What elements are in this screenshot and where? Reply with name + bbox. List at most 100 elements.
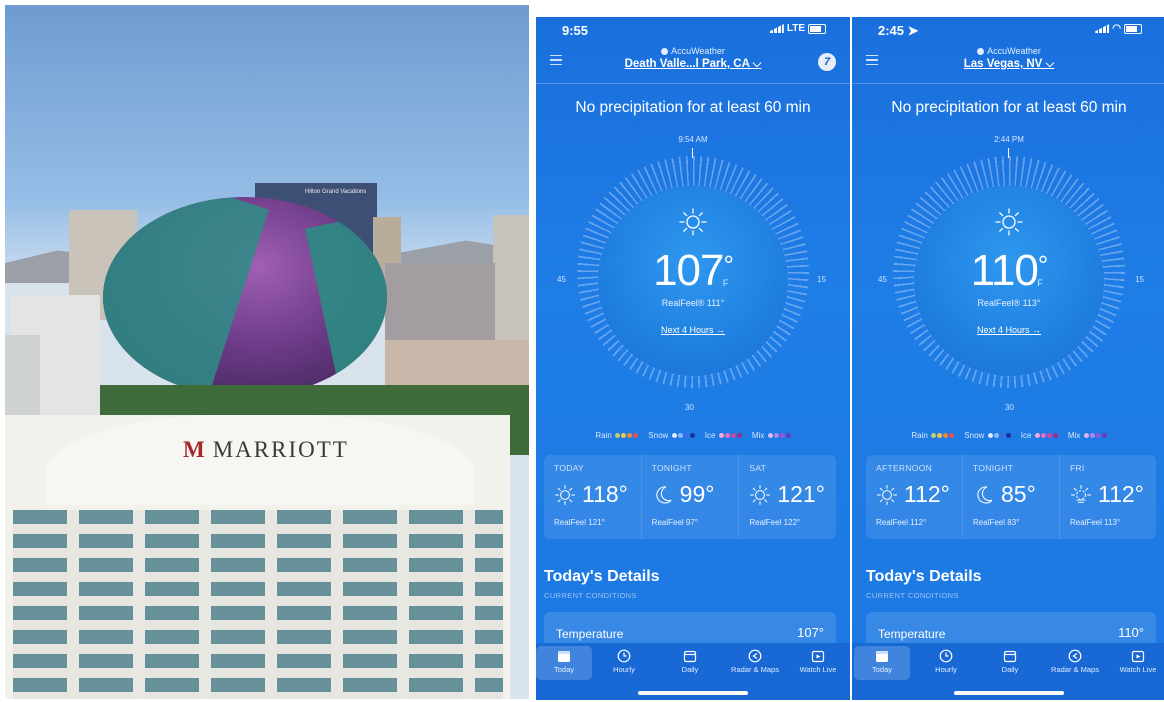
tab-label: Hourly	[613, 665, 635, 674]
calendar-icon	[1003, 650, 1017, 663]
mix-dot-2	[773, 433, 779, 438]
status-right: LTE	[769, 23, 826, 34]
buildings-mid	[385, 263, 495, 345]
signal-icon	[769, 24, 784, 33]
current-conditions-circle[interactable]: 110° F RealFeel® 113° Next 4 Hours →	[914, 186, 1104, 376]
snow-dot-2	[993, 433, 999, 438]
tab-daily[interactable]: Daily	[982, 646, 1038, 680]
forecast-strip: TODAY 118° RealFeel 121° TONIGHT 99° Rea…	[544, 455, 836, 539]
header-divider	[536, 83, 850, 84]
forecast-label: FRI	[1070, 463, 1085, 473]
tab-daily[interactable]: Daily	[662, 646, 718, 680]
forecast-label: TONIGHT	[973, 463, 1014, 473]
legend-snow-label: Snow	[648, 431, 669, 440]
clock-icon	[617, 649, 631, 663]
forecast-afternoon[interactable]: AFTERNOON 112° RealFeel 112°	[866, 455, 963, 539]
forecast-tonight[interactable]: TONIGHT 99° RealFeel 97°	[642, 455, 740, 539]
forecast-realfeel: RealFeel 121°	[554, 518, 605, 527]
sun-icon	[554, 484, 576, 505]
precip-legend: Rain Snow Ice Mix	[852, 431, 1164, 440]
dial-label-right: 15	[817, 275, 826, 284]
snow-dot-1	[671, 433, 677, 438]
hotel-columns	[13, 510, 503, 699]
legend-mix-label: Mix	[751, 431, 765, 440]
sun-icon	[995, 208, 1023, 236]
forecast-label: AFTERNOON	[876, 463, 933, 473]
forecast-temp-value: 121°	[777, 481, 825, 507]
forecast-today[interactable]: TODAY 118° RealFeel 121°	[544, 455, 642, 539]
current-realfeel: RealFeel® 113°	[977, 298, 1041, 308]
next-4-hours-link[interactable]: Next 4 Hours →	[914, 325, 1104, 335]
forecast-temp: 99°	[652, 481, 714, 508]
forecast-label: TONIGHT	[651, 463, 692, 473]
tab-today[interactable]: Today	[536, 646, 592, 680]
tab-bar: Today Hourly Daily Radar & Maps Watch Li…	[536, 643, 850, 700]
tab-watch-live[interactable]: Watch Live	[1110, 646, 1164, 680]
brand: AccuWeather	[536, 46, 850, 56]
tab-label: Radar & Maps	[731, 665, 779, 674]
legend-mix-label: Mix	[1067, 431, 1081, 440]
video-play-icon	[1131, 650, 1145, 663]
minutecast-time: 2:44 PM	[994, 135, 1024, 144]
rain-dot-2	[621, 433, 627, 438]
forecast-temp-value: 85°	[1001, 481, 1036, 507]
tab-today[interactable]: Today	[854, 646, 910, 680]
temperature-label: Temperature	[878, 627, 946, 641]
current-conditions-circle[interactable]: 107° F RealFeel® 111° Next 4 Hours →	[598, 186, 788, 376]
legend-mix: Mix	[752, 431, 791, 440]
forecast-temp: 85°	[973, 481, 1036, 508]
ice-dot-1	[718, 433, 724, 438]
video-play-icon	[811, 650, 825, 663]
home-indicator	[638, 691, 748, 695]
location-selector[interactable]: Las Vegas, NV ⌵	[852, 58, 1164, 71]
app-header: AccuWeather Death Valle...l Park, CA ⌵ 7	[536, 43, 850, 83]
rain-dot-4	[633, 433, 639, 438]
ice-dot-3	[1046, 433, 1052, 438]
weather-screen-las-vegas: 2:45 ➤ ◠ AccuWeather Las Vegas, NV ⌵ No …	[852, 17, 1164, 700]
tab-label: Today	[553, 665, 574, 674]
details-title: Today's Details	[544, 568, 660, 585]
tab-label: Watch Live	[1119, 665, 1157, 674]
sun-icon	[750, 484, 771, 505]
snow-dot-3	[683, 433, 689, 438]
abc7-logo-icon[interactable]: 7	[818, 53, 836, 71]
mix-dot-3	[779, 433, 785, 438]
next-4-hours-link[interactable]: Next 4 Hours →	[598, 325, 788, 335]
precip-legend: Rain Snow Ice Mix	[536, 431, 850, 440]
tab-watch-live[interactable]: Watch Live	[790, 646, 846, 680]
mix-dot-1	[767, 433, 773, 438]
snow-dot-4	[689, 433, 695, 438]
tab-hourly[interactable]: Hourly	[596, 646, 652, 680]
details-subtitle: CURRENT CONDITIONS	[866, 591, 959, 600]
dial-label-right: 15	[1135, 275, 1144, 284]
forecast-temp: 112°	[876, 481, 950, 508]
forecast-fri[interactable]: FRI 112° RealFeel 113°	[1060, 455, 1156, 539]
calendar-icon	[683, 650, 697, 663]
temp-unit: F	[722, 278, 728, 288]
legend-ice-label: Ice	[704, 431, 716, 440]
accuweather-logo-icon	[661, 48, 669, 55]
tab-radar-maps[interactable]: Radar & Maps	[724, 646, 786, 680]
legend-snow: Snow	[648, 431, 695, 440]
degree-symbol: °	[1037, 250, 1048, 280]
legend-rain-label: Rain	[595, 431, 612, 440]
battery-icon	[808, 23, 826, 34]
tab-radar-maps[interactable]: Radar & Maps	[1044, 646, 1106, 680]
current-temperature: 107° F	[598, 246, 788, 296]
sphere-building	[103, 197, 387, 397]
tab-hourly[interactable]: Hourly	[918, 646, 974, 680]
rain-dot-3	[627, 433, 633, 438]
forecast-sat[interactable]: SAT 121° RealFeel 122°	[739, 455, 836, 539]
location-selector[interactable]: Death Valle...l Park, CA ⌵	[536, 58, 850, 71]
clock-icon	[939, 649, 953, 663]
forecast-realfeel: RealFeel 122°	[749, 518, 801, 527]
weather-screen-death-valley: 9:55 LTE AccuWeather Death Valle...l Par…	[536, 17, 850, 700]
ice-dot-4	[736, 433, 742, 438]
mix-dot-2	[1089, 433, 1095, 438]
forecast-temp-value: 112°	[904, 481, 950, 507]
header-divider	[852, 83, 1164, 84]
sun-icon	[876, 484, 898, 505]
mix-dot-4	[785, 433, 791, 438]
forecast-tonight[interactable]: TONIGHT 85° RealFeel 83°	[963, 455, 1060, 539]
dial-label-bottom: 30	[1005, 403, 1014, 412]
